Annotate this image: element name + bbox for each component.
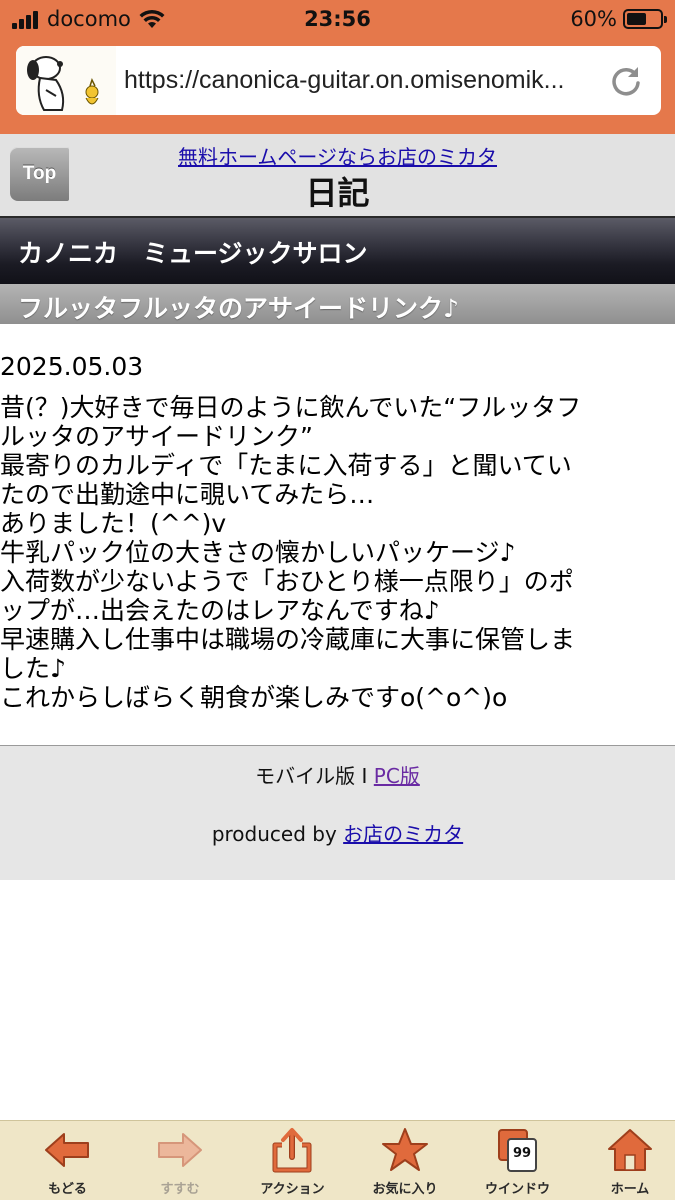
forward-arrow-icon <box>157 1133 202 1167</box>
article-line: 早速購入し仕事中は職場の冷蔵庫に大事に保管しま <box>0 625 576 654</box>
shop-name-bar: カノニカ ミュージックサロン <box>0 216 675 284</box>
produced-by-label: produced by <box>211 822 344 846</box>
back-button[interactable]: もどる <box>0 1121 113 1200</box>
mobile-version-label: モバイル版 I <box>255 764 374 788</box>
diary-article: 2025.05.03 昔(？)大好きで毎日のように飲んでいた“フルッタフ ルッタ… <box>0 352 675 712</box>
favorites-button[interactable]: お気に入り <box>338 1121 451 1200</box>
article-line: 最寄りのカルディで「たまに入荷する」と聞いてい <box>0 451 572 480</box>
home-button[interactable]: ホーム <box>563 1121 675 1200</box>
back-arrow-icon <box>45 1133 89 1167</box>
article-line: 昔(？)大好きで毎日のように飲んでいた“フルッタフ <box>0 393 582 422</box>
version-switch: モバイル版 I PC版 <box>0 760 675 789</box>
shop-name: カノニカ ミュージックサロン <box>18 239 368 268</box>
page-header: Top 無料ホームページならお店のミカタ 日記 <box>0 134 675 216</box>
promo-link[interactable]: 無料ホームページならお店のミカタ <box>0 141 675 170</box>
entry-date: 2025.05.03 <box>0 352 144 381</box>
article-line: ルッタのアサイードリンク” <box>0 422 313 451</box>
article-line: ありました！(^^)v <box>0 509 227 538</box>
article-line: ップが…出会えたのはレアなんですね♪ <box>0 596 440 625</box>
article-line: した♪ <box>0 654 66 683</box>
url-text[interactable]: https://canonica-guitar.on.omisenomik... <box>124 66 604 95</box>
windows-count-badge: 99 <box>512 1146 532 1161</box>
star-icon <box>381 1128 428 1171</box>
page-footer: モバイル版 I PC版 produced by お店のミカタ <box>0 745 675 880</box>
forward-button[interactable]: すすむ <box>113 1121 226 1200</box>
status-bar: docomo 23:56 60% <box>0 0 675 38</box>
action-button[interactable]: アクション <box>225 1121 338 1200</box>
battery-percentage: 60% <box>570 7 617 31</box>
article-line: 牛乳パック位の大きさの懐かしいパッケージ♪ <box>0 538 516 567</box>
snoopy-icon <box>27 56 99 111</box>
page-title: 日記 <box>305 174 370 212</box>
omise-no-mikata-link[interactable]: お店のミカタ <box>343 822 463 846</box>
pc-version-link[interactable]: PC版 <box>374 764 420 788</box>
entry-title-bar: フルッタフルッタのアサイードリンク♪ <box>0 284 675 324</box>
windows-button[interactable]: 99 ウインドウ <box>450 1121 563 1200</box>
article-line: たので出勤途中に覗いてみたら… <box>0 480 375 509</box>
share-icon <box>272 1128 312 1173</box>
browser-top-bar: docomo 23:56 60% https://canonica-guitar… <box>0 0 675 134</box>
home-label: ホーム <box>610 1182 650 1197</box>
site-favicon-thumbnail[interactable] <box>16 46 116 115</box>
produced-by: produced by お店のミカタ <box>0 818 675 847</box>
home-icon <box>607 1129 652 1171</box>
browser-toolbar: もどる すすむ アクション お気に入り 99 ウインドウ ホーム <box>0 1120 675 1200</box>
article-line: 入荷数が少ないようで「おひとり様一点限り」のポ <box>0 567 574 596</box>
entry-title: フルッタフルッタのアサイードリンク♪ <box>18 294 459 323</box>
article-line: これからしばらく朝食が楽しみですo(^o^)o <box>0 683 508 712</box>
reload-icon[interactable] <box>609 64 643 98</box>
battery-icon <box>623 9 667 29</box>
address-bar[interactable]: https://canonica-guitar.on.omisenomik... <box>16 46 661 115</box>
